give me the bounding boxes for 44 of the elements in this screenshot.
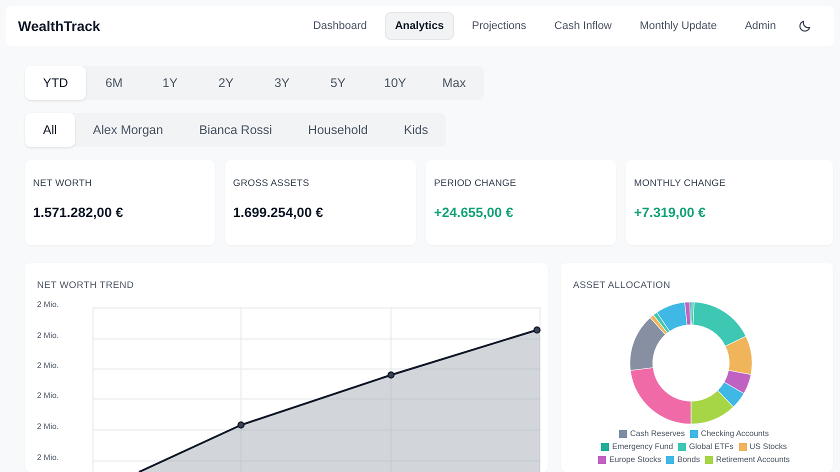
legend-label: Global ETFs [689,442,734,452]
card-title: ASSET ALLOCATION [573,280,672,291]
range-tab[interactable]: 1Y [142,66,198,100]
axis-label: 2 Mio. [37,453,59,462]
stat-label: PERIOD CHANGE [434,178,518,189]
nav-link[interactable]: Admin [734,12,786,40]
range-tab[interactable]: 3Y [254,66,310,100]
axis-label: 2 Mio. [37,300,59,309]
legend-label: Checking Accounts [700,429,769,439]
range-tab[interactable]: YTD [25,66,86,100]
stat-label: GROSS ASSETS [233,178,310,189]
legend-label: Bonds [677,455,700,465]
stat-value: +24.655,00 € [434,205,514,220]
legend-label: US Stocks [750,442,787,452]
range-tab[interactable]: 10Y [366,66,424,100]
axis-label: 2 Mio. [37,331,59,340]
range-tab[interactable]: Max [424,66,484,100]
stat-value: +7.319,00 € [634,205,707,220]
legend-label: Emergency Fund [612,442,674,452]
nav-link[interactable]: Cash Inflow [544,12,622,40]
nav-link[interactable]: Monthly Update [630,12,727,40]
card-title: NET WORTH TREND [37,280,135,291]
nav-link[interactable]: Dashboard [303,12,377,40]
legend-label: Europe Stocks [609,455,662,465]
axis-label: 2 Mio. [37,361,59,370]
stat-value: 1.571.282,00 € [33,205,124,220]
person-tab[interactable]: Kids [386,113,446,147]
range-tab[interactable]: 5Y [310,66,366,100]
axis-label: 2 Mio. [37,391,59,400]
person-tab[interactable]: Bianca Rossi [181,113,290,147]
stat-label: NET WORTH [33,178,93,189]
stat-label: MONTHLY CHANGE [634,178,727,189]
nav-link[interactable]: Analytics [384,12,454,40]
range-tab[interactable]: 2Y [198,66,254,100]
legend-label: Cash Reserves [630,429,685,439]
range-tab[interactable]: 6M [86,66,142,100]
person-tab[interactable]: All [25,113,75,147]
legend-label: Retirement Accounts [716,455,790,465]
nav-link[interactable]: Projections [462,12,536,40]
person-tab[interactable]: Alex Morgan [74,113,182,147]
axis-label: 2 Mio. [37,422,59,431]
person-tab[interactable]: Household [290,113,386,147]
brand-logo[interactable]: WealthTrack [18,18,100,34]
stat-value: 1.699.254,00 € [233,205,324,220]
